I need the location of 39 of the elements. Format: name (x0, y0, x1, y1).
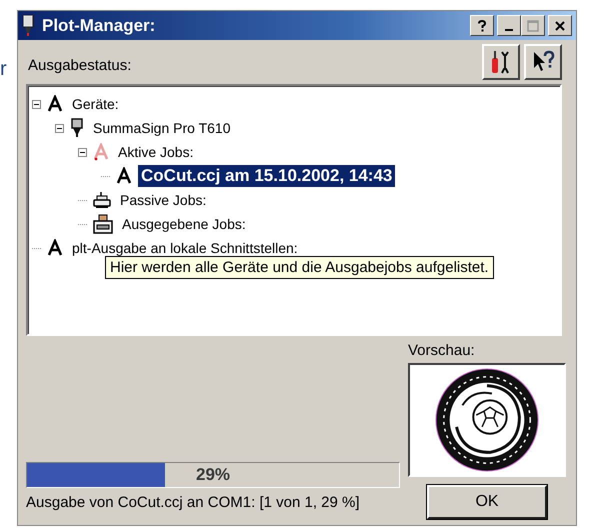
background-text: r (0, 58, 7, 81)
collapse-toggle[interactable] (32, 100, 41, 108)
letter-a-icon (47, 239, 63, 257)
plotter-icon (70, 118, 84, 138)
settings-button[interactable] (482, 44, 520, 80)
tree-item[interactable]: SummaSign Pro T610 (90, 119, 234, 137)
collapse-toggle[interactable] (78, 148, 87, 156)
minus-icon (78, 148, 87, 156)
minimize-button[interactable] (497, 15, 521, 36)
tree-item[interactable]: Ausgegebene Jobs: (119, 215, 249, 233)
letter-a-icon (116, 167, 132, 185)
printer-icon (93, 191, 111, 209)
window-title: Plot-Manager: (42, 16, 156, 36)
close-button[interactable] (548, 15, 572, 36)
tree-item[interactable]: Geräte: (69, 95, 122, 113)
minus-icon (32, 100, 41, 108)
maximize-icon (527, 20, 539, 32)
status-label: Ausgabestatus: (28, 57, 132, 76)
tree-item[interactable]: plt-Ausgabe an lokale Schnittstellen: (69, 239, 301, 257)
close-icon (554, 20, 566, 32)
plotter-icon (22, 14, 34, 36)
printer-icon (93, 214, 113, 234)
status-text: Ausgabe von CoCut.ccj an COM1: [1 von 1, 29 %] (26, 494, 361, 511)
preview-label: Vorschau: (408, 342, 475, 359)
progress-percent: 29% (196, 465, 230, 485)
ok-button[interactable]: OK (427, 485, 547, 519)
tree-item[interactable]: Passive Jobs: (117, 191, 210, 209)
context-help-button[interactable] (524, 44, 562, 80)
maximize-button[interactable] (521, 15, 545, 36)
collapse-toggle[interactable] (55, 124, 64, 132)
letter-a-icon (93, 143, 109, 161)
minus-icon (55, 124, 64, 132)
tree-item[interactable]: CoCut.ccj am 15.10.2002, 14:43 (138, 165, 396, 187)
help-button[interactable] (470, 15, 494, 36)
letter-a-icon (47, 95, 63, 113)
minimize-icon (505, 28, 513, 30)
tree-item[interactable]: Aktive Jobs: (115, 143, 196, 161)
help-icon (477, 20, 487, 32)
tooltip: Hier werden alle Geräte und die Ausgabejobs aufgelistet. (105, 256, 494, 279)
